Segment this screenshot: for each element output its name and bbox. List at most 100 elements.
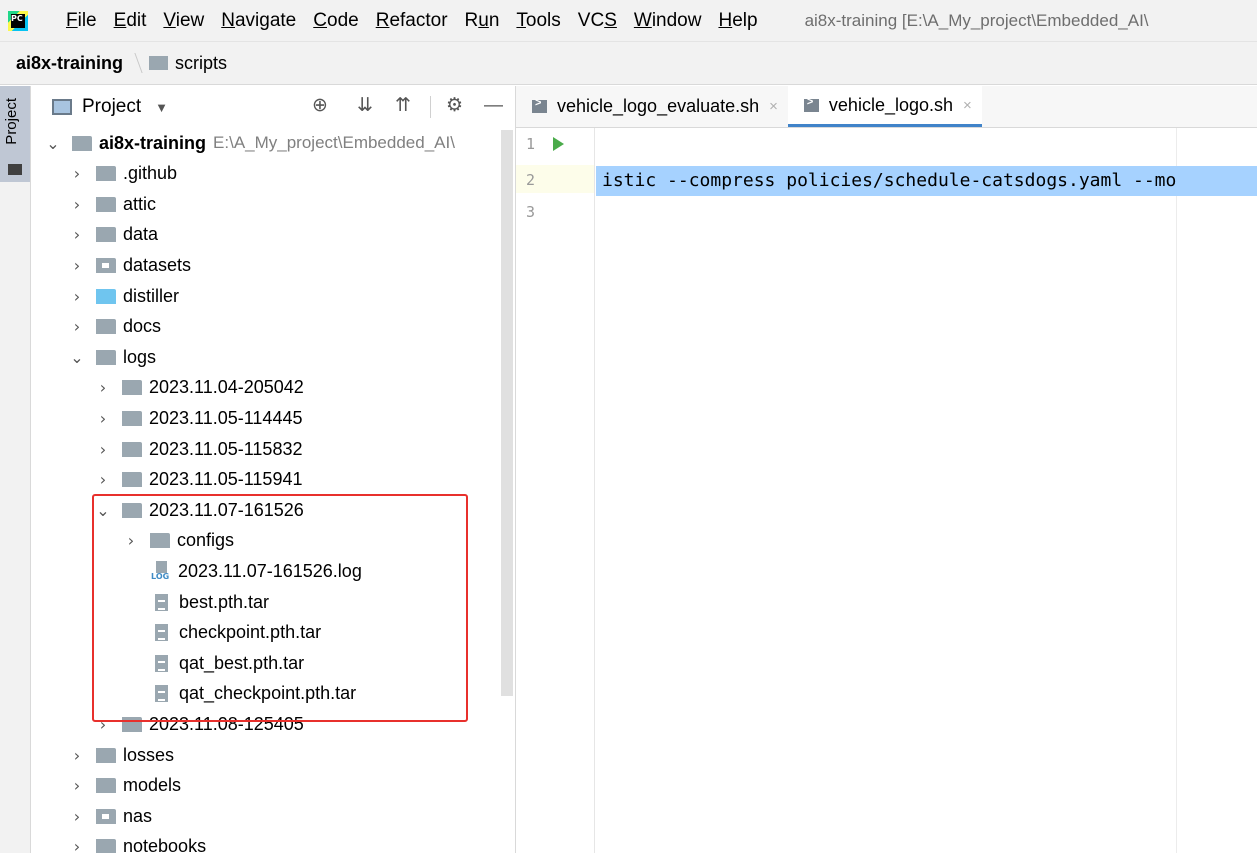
editor-tab[interactable]: vehicle_logo.sh × [787,86,982,127]
chevron-right-icon[interactable]: › [70,837,84,853]
chevron-right-icon[interactable]: › [70,256,84,275]
menu-items: File Edit View Navigate Code Refactor Run Tools… [66,10,775,32]
chevron-right-icon[interactable]: › [70,195,84,214]
chevron-right-icon[interactable]: › [70,287,84,306]
tree-item-label: 2023.11.05-115941 [149,469,303,490]
folder-icon [96,288,116,304]
chevron-right-icon[interactable]: › [96,470,110,489]
tree-item[interactable]: ⌄ ai8x-training E:\A_My_project\Embedded_A… [32,128,512,158]
chevron-right-icon[interactable]: › [70,164,84,183]
tree-item[interactable]: › 2023.11.05-115832 [32,434,512,464]
line-number: 1 [526,135,536,153]
gear-icon[interactable]: ⚙ [446,96,463,116]
project-panel-header: Project ▼ ⊕ ⇊ ⇈ ⚙ — [32,86,515,128]
locate-file-icon[interactable]: ⊕ [312,96,328,116]
breadcrumb-separator [125,53,143,73]
tree-item-label: data [123,224,159,245]
highlight-annotation-box [92,494,468,722]
logo-text: PC [11,13,25,28]
tree-item-label: models [123,775,182,796]
editor-tabs: vehicle_logo_evaluate.sh×vehicle_logo.sh… [516,86,1257,128]
window-title: ai8x-training [E:\A_My_project\Embedded_… [804,10,1149,30]
tree-item[interactable]: › nas [32,801,512,831]
tree-item-label: attic [123,193,157,214]
tree-item-label: datasets [123,254,192,275]
chevron-right-icon[interactable]: › [96,440,110,459]
tree-item[interactable]: › docs [32,312,512,342]
tree-item[interactable]: › attic [32,189,512,219]
menu-item[interactable]: Refactor [376,10,448,32]
menu-item[interactable]: View [163,10,204,32]
code-line-selected[interactable]: istic --compress policies/schedule-catsd… [596,166,1257,196]
tree-item[interactable]: › models [32,771,512,801]
line-number: 2 [526,171,536,189]
editor-tab-label: vehicle_logo_evaluate.sh [557,96,760,116]
tree-item[interactable]: › .github [32,159,512,189]
project-tool-tab[interactable]: Project [0,86,30,182]
tree-item-label: nas [123,805,153,826]
dropdown-caret-icon[interactable]: ▼ [155,100,168,115]
menu-item[interactable]: Window [634,10,702,32]
breadcrumb-root[interactable]: ai8x-training [16,53,123,74]
project-view-icon [52,99,72,115]
tree-item-label: 2023.11.04-205042 [149,377,304,398]
tree-item[interactable]: › distiller [32,281,512,311]
menu-item[interactable]: Run [465,10,500,32]
project-view-selector[interactable]: Project [82,96,141,118]
folder-icon [122,441,142,457]
tree-item-label: ai8x-training [99,132,207,153]
chevron-right-icon[interactable]: › [70,225,84,244]
menu-item[interactable]: Help [718,10,757,32]
folder-icon [96,349,116,365]
folder-icon [96,227,116,243]
chevron-right-icon[interactable]: › [70,776,84,795]
vertical-scrollbar[interactable] [501,130,513,696]
close-icon[interactable]: × [963,97,972,114]
tree-item[interactable]: › datasets [32,250,512,280]
tree-item[interactable]: › 2023.11.05-115941 [32,465,512,495]
chevron-right-icon[interactable]: › [70,807,84,826]
tree-item[interactable]: › 2023.11.05-114445 [32,403,512,433]
project-panel: Project ▼ ⊕ ⇊ ⇈ ⚙ — ⌄ ai8x-training E:\A_M… [32,86,516,853]
folder-icon [96,778,116,794]
editor-tab-label: vehicle_logo.sh [828,94,954,115]
hide-panel-icon[interactable]: — [484,96,503,116]
folder-icon [149,56,169,70]
chevron-right-icon[interactable]: › [96,409,110,428]
menu-item[interactable]: Navigate [221,10,296,32]
run-icon[interactable] [553,137,564,151]
close-icon[interactable]: × [769,98,778,115]
folder-icon [122,380,142,396]
chevron-down-icon[interactable]: ⌄ [70,348,84,367]
chevron-right-icon[interactable]: › [70,746,84,765]
folder-icon [96,747,116,763]
expand-all-icon[interactable]: ⇊ [357,96,373,116]
collapse-all-icon[interactable]: ⇈ [395,96,411,116]
breadcrumb-folder[interactable]: scripts [175,53,227,74]
editor-gutter: 1 2 3 [516,128,595,853]
shell-script-icon [532,97,547,113]
tree-item[interactable]: › 2023.11.04-205042 [32,373,512,403]
folder-icon [8,164,22,175]
package-folder-icon [96,257,116,273]
tree-item[interactable]: ⌄ logs [32,342,512,372]
menu-item[interactable]: Tools [516,10,560,32]
menu-item[interactable]: Code [313,10,358,32]
folder-icon [96,319,116,335]
menu-item[interactable]: VCS [578,10,617,32]
tree-item[interactable]: › data [32,220,512,250]
left-tool-stripe: Project [0,86,31,853]
tree-item[interactable]: › losses [32,740,512,770]
breadcrumb: ai8x-training scripts [0,41,1257,85]
menu-item[interactable]: File [66,10,97,32]
header-divider [430,96,431,118]
chevron-right-icon[interactable]: › [96,378,110,397]
menu-item[interactable]: Edit [114,10,147,32]
chevron-right-icon[interactable]: › [70,317,84,336]
package-folder-icon [96,808,116,824]
pycharm-logo-icon: PC [8,10,28,31]
chevron-down-icon[interactable]: ⌄ [46,134,60,153]
editor-tab[interactable]: vehicle_logo_evaluate.sh × [516,86,788,127]
tree-item-label: distiller [123,285,180,306]
tree-item[interactable]: › notebooks [32,832,512,853]
